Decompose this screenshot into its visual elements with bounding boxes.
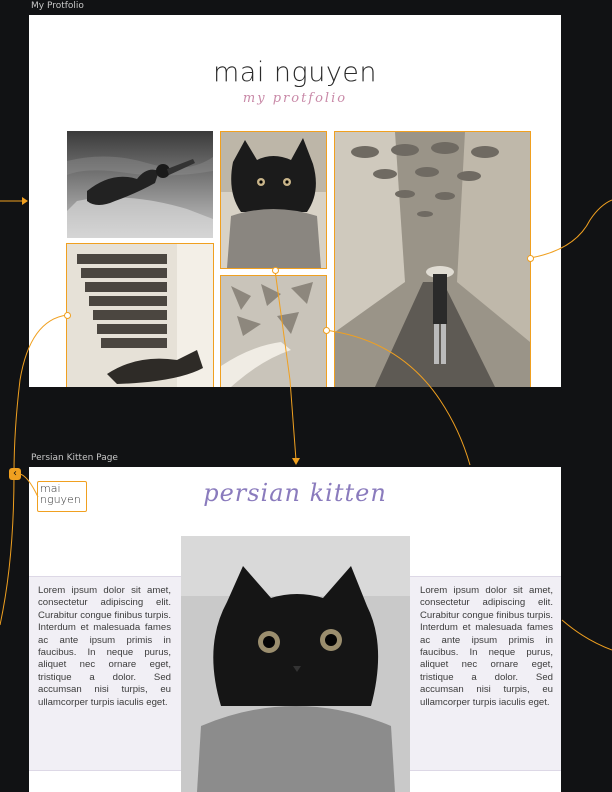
photo-persian-kitten[interactable] (181, 536, 410, 792)
arrowhead-down-icon (292, 458, 300, 465)
kitten-title: persian kitten (203, 479, 387, 507)
chevron-left-icon[interactable]: ‹ (9, 468, 21, 480)
artboard-portfolio[interactable]: mai nguyen my protfolio (29, 15, 561, 387)
connection-handle-2[interactable] (527, 255, 534, 262)
arrowhead-right-icon (22, 197, 28, 205)
photo-staircase-dog[interactable] (66, 243, 214, 387)
lorem-right: Lorem ipsum dolor sit amet, consectetur … (420, 585, 553, 708)
frame-label-kitten[interactable]: Persian Kitten Page (31, 453, 118, 463)
connection-handle-1[interactable] (272, 267, 279, 274)
connection-handle-3[interactable] (64, 312, 71, 319)
portfolio-subtitle: my protfolio (242, 91, 348, 106)
lorem-left: Lorem ipsum dolor sit amet, consectetur … (38, 585, 171, 708)
photo-paper-hand[interactable] (220, 275, 327, 387)
artboard-persian-kitten[interactable]: mai nguyen persian kitten Lorem ipsum do… (29, 467, 561, 792)
photo-underwater-swimmer[interactable] (67, 131, 213, 238)
photo-black-kitten[interactable] (220, 131, 327, 269)
frame-label-portfolio[interactable]: My Protfolio (31, 1, 84, 11)
connection-handle-4[interactable] (323, 327, 330, 334)
portfolio-title: mai nguyen (212, 57, 378, 88)
connection-wire-right-2 (561, 619, 612, 651)
photo-umbrella-street[interactable] (334, 131, 531, 387)
